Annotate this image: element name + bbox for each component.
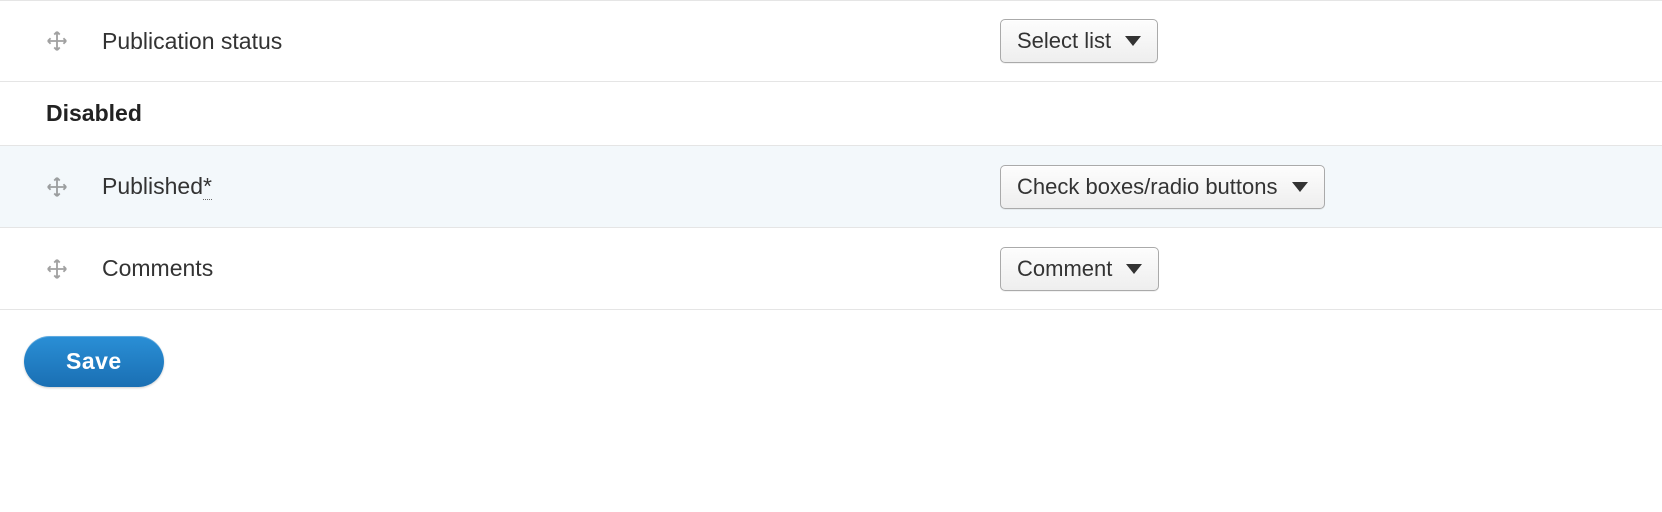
field-label: Comments	[80, 255, 1000, 282]
section-header-label: Disabled	[46, 100, 142, 126]
field-label-text: Publication status	[102, 28, 282, 54]
table-row: Published* Check boxes/radio buttons	[0, 146, 1662, 228]
widget-select-value: Comment	[1017, 256, 1112, 282]
drag-handle-cell	[24, 258, 80, 280]
field-label-text: Published	[102, 173, 203, 199]
widget-select-value: Select list	[1017, 28, 1111, 54]
section-header-disabled: Disabled	[0, 82, 1662, 146]
widget-cell: Check boxes/radio buttons	[1000, 165, 1325, 209]
table-row: Publication status Select list	[0, 0, 1662, 82]
move-icon[interactable]	[46, 258, 68, 280]
caret-down-icon	[1292, 182, 1308, 192]
widget-cell: Comment	[1000, 247, 1159, 291]
move-icon[interactable]	[46, 176, 68, 198]
field-label-text: Comments	[102, 255, 213, 281]
required-asterisk: *	[203, 173, 212, 200]
save-button[interactable]: Save	[24, 336, 164, 387]
widget-cell: Select list	[1000, 19, 1158, 63]
caret-down-icon	[1126, 264, 1142, 274]
field-label: Published*	[80, 173, 1000, 200]
field-display-table: Publication status Select list Disabled …	[0, 0, 1662, 310]
widget-select-value: Check boxes/radio buttons	[1017, 174, 1278, 200]
caret-down-icon	[1125, 36, 1141, 46]
move-icon[interactable]	[46, 30, 68, 52]
form-actions: Save	[0, 310, 1662, 413]
field-label: Publication status	[80, 28, 1000, 55]
widget-select[interactable]: Check boxes/radio buttons	[1000, 165, 1325, 209]
widget-select[interactable]: Comment	[1000, 247, 1159, 291]
widget-select[interactable]: Select list	[1000, 19, 1158, 63]
table-row: Comments Comment	[0, 228, 1662, 310]
drag-handle-cell	[24, 176, 80, 198]
drag-handle-cell	[24, 30, 80, 52]
